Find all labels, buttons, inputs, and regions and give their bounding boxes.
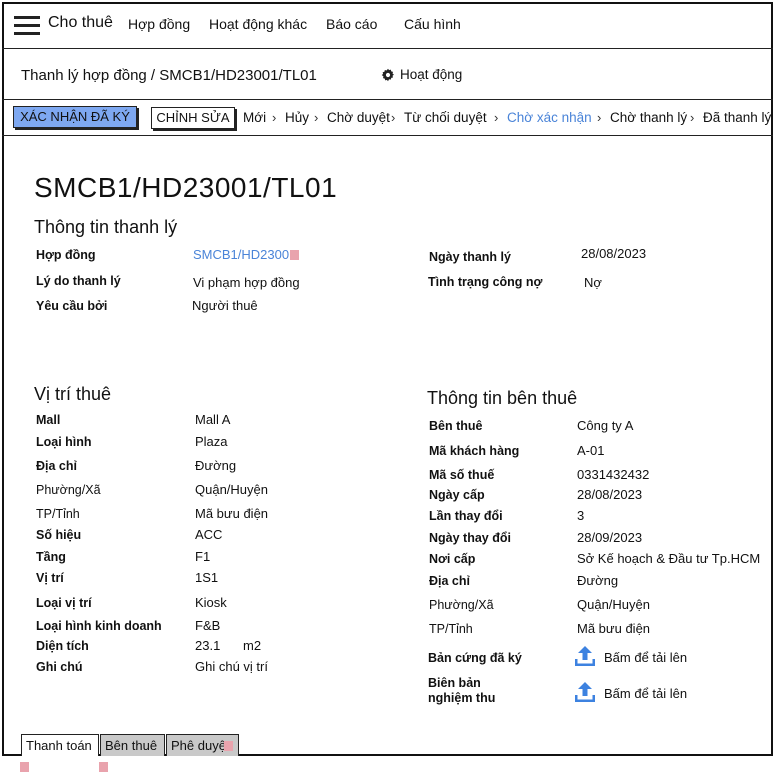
tenant-row-label: Địa chỉ (429, 574, 470, 588)
location-row-value: Plaza (195, 434, 228, 449)
menu-icon[interactable] (14, 16, 40, 36)
location-row-label: TP/Tỉnh (36, 507, 80, 521)
status-step-new[interactable]: Mới (243, 110, 266, 125)
location-row-label: Địa chỉ (36, 459, 77, 473)
tenant-row-value: Công ty A (577, 418, 634, 433)
debt-status-label: Tình trạng công nợ (428, 275, 543, 289)
location-row-label: Diện tích (36, 639, 89, 653)
section-liquidation-heading: Thông tin thanh lý (34, 217, 178, 237)
breadcrumb[interactable]: Thanh lý hợp đồng / SMCB1/HD23001/TL01 (21, 67, 317, 84)
nav-reports[interactable]: Báo cáo (326, 16, 377, 32)
chevron-right-icon: › (391, 110, 396, 125)
tenant-row-label: Mã số thuế (429, 468, 495, 482)
tenant-row-value: 28/09/2023 (577, 530, 643, 545)
requested-by-value: Người thuê (192, 298, 258, 313)
location-row-label: Vị trí (36, 571, 64, 585)
tenant-row-label: Phường/Xã (429, 598, 494, 612)
acceptance-label-line2: nghiệm thu (428, 691, 496, 705)
requested-by-label: Yêu cầu bởi (36, 299, 108, 313)
tenant-row-value: Sở Kế hoạch & Đầu tư Tp.HCM (577, 551, 761, 566)
marker-icon (223, 741, 233, 751)
chevron-right-icon: › (690, 110, 695, 125)
contract-label: Hợp đồng (36, 248, 96, 262)
location-row-label: Tầng (36, 550, 66, 564)
marker-icon (290, 250, 300, 260)
gear-icon[interactable] (381, 68, 395, 82)
tab-tenant[interactable]: Bên thuê (99, 734, 165, 772)
tenant-row-label: Nơi cấp (429, 552, 476, 566)
tenant-row-label: Ngày cấp (429, 488, 485, 502)
tenant-row-value: 3 (577, 508, 585, 523)
liquidation-date-label: Ngày thanh lý (429, 250, 511, 264)
upload-icon[interactable] (574, 681, 596, 703)
location-row-value: Ghi chú vị trí (195, 659, 268, 674)
location-row-value: F1 (195, 549, 211, 564)
status-step-rejected[interactable]: Từ chối duyệt (404, 110, 487, 125)
location-row-value: Quận/Huyện (195, 482, 268, 497)
status-step-cancel[interactable]: Hủy (285, 110, 309, 125)
location-row-label: Loại hình kinh doanh (36, 619, 162, 633)
record-title: SMCB1/HD23001/TL01 (34, 172, 338, 203)
location-row-value: ACC (195, 527, 223, 542)
upload-signed-copy-link[interactable]: Bấm để tải lên (604, 650, 687, 665)
confirm-signed-button[interactable]: XÁC NHẬN ĐÃ KÝ (13, 106, 137, 128)
nav-contracts[interactable]: Hợp đồng (128, 16, 190, 32)
signed-copy-label: Bản cứng đã ký (428, 651, 522, 665)
status-step-pending-confirmation[interactable]: Chờ xác nhận (507, 110, 592, 125)
location-row-label: Loại hình (36, 435, 92, 449)
location-row-value: Mall A (195, 412, 231, 427)
tenant-row-label: Bên thuê (429, 419, 483, 433)
reason-value: Vi phạm hợp đồng (193, 275, 300, 290)
contract-link[interactable]: SMCB1/HD23001 (193, 247, 300, 262)
tab-approval[interactable]: Phê duyệt (166, 734, 239, 756)
location-row-label: Loại vị trí (36, 596, 92, 610)
location-row-value: 1S1 (195, 570, 219, 585)
debt-status-value: Nợ (584, 275, 602, 290)
chevron-right-icon: › (314, 110, 319, 125)
edit-button[interactable]: CHỈNH SỬA (151, 107, 235, 129)
location-row-value: Mã bưu điện (195, 506, 269, 521)
tenant-row-label: Mã khách hàng (429, 444, 520, 458)
location-row-value: 23.1 (195, 638, 221, 653)
liquidation-date-value: 28/08/2023 (581, 246, 647, 261)
location-row-value: F&B (195, 618, 221, 633)
tenant-row-value: Mã bưu điện (577, 621, 651, 636)
tab-payment[interactable]: Thanh toán (20, 734, 99, 772)
tenant-row-value: 28/08/2023 (577, 487, 643, 502)
location-row-unit: m2 (243, 638, 262, 653)
chevron-right-icon: › (272, 110, 277, 125)
chevron-right-icon: › (597, 110, 602, 125)
location-row-label: Ghi chú (36, 660, 83, 674)
section-location-heading: Vị trí thuê (34, 384, 112, 404)
status-step-pending-liquidation[interactable]: Chờ thanh lý (610, 110, 687, 125)
location-row-label: Phường/Xã (36, 483, 101, 497)
tenant-row-value: Đường (577, 573, 619, 588)
status-step-liquidated[interactable]: Đã thanh lý (703, 110, 771, 125)
tenant-row-value: Quận/Huyện (577, 597, 650, 612)
location-row-value: Kiosk (195, 595, 227, 610)
chevron-right-icon: › (494, 110, 499, 125)
upload-acceptance-link[interactable]: Bấm để tải lên (604, 686, 687, 701)
nav-settings[interactable]: Cấu hình (404, 16, 461, 32)
tenant-row-label: TP/Tỉnh (429, 622, 473, 636)
acceptance-label-line1: Biên bản (428, 676, 481, 690)
location-row-label: Số hiệu (36, 528, 82, 542)
marker-icon (99, 762, 108, 772)
location-row-label: Mall (36, 413, 61, 427)
nav-other-activities[interactable]: Hoạt động khác (209, 16, 307, 32)
reason-label: Lý do thanh lý (36, 274, 121, 288)
top-nav (2, 2, 773, 49)
upload-icon[interactable] (574, 645, 596, 667)
tenant-row-value: A-01 (577, 443, 605, 458)
section-tenant-heading: Thông tin bên thuê (427, 388, 578, 408)
marker-icon (20, 762, 29, 772)
location-row-value: Đường (195, 458, 237, 473)
tenant-row-value: 0331432432 (577, 467, 650, 482)
activity-link[interactable]: Hoạt động (400, 67, 462, 82)
tenant-row-label: Lần thay đổi (429, 509, 503, 523)
tenant-row-label: Ngày thay đổi (429, 531, 511, 545)
status-step-pending-approval[interactable]: Chờ duyệt (327, 110, 390, 125)
app-title[interactable]: Cho thuê (48, 14, 113, 32)
